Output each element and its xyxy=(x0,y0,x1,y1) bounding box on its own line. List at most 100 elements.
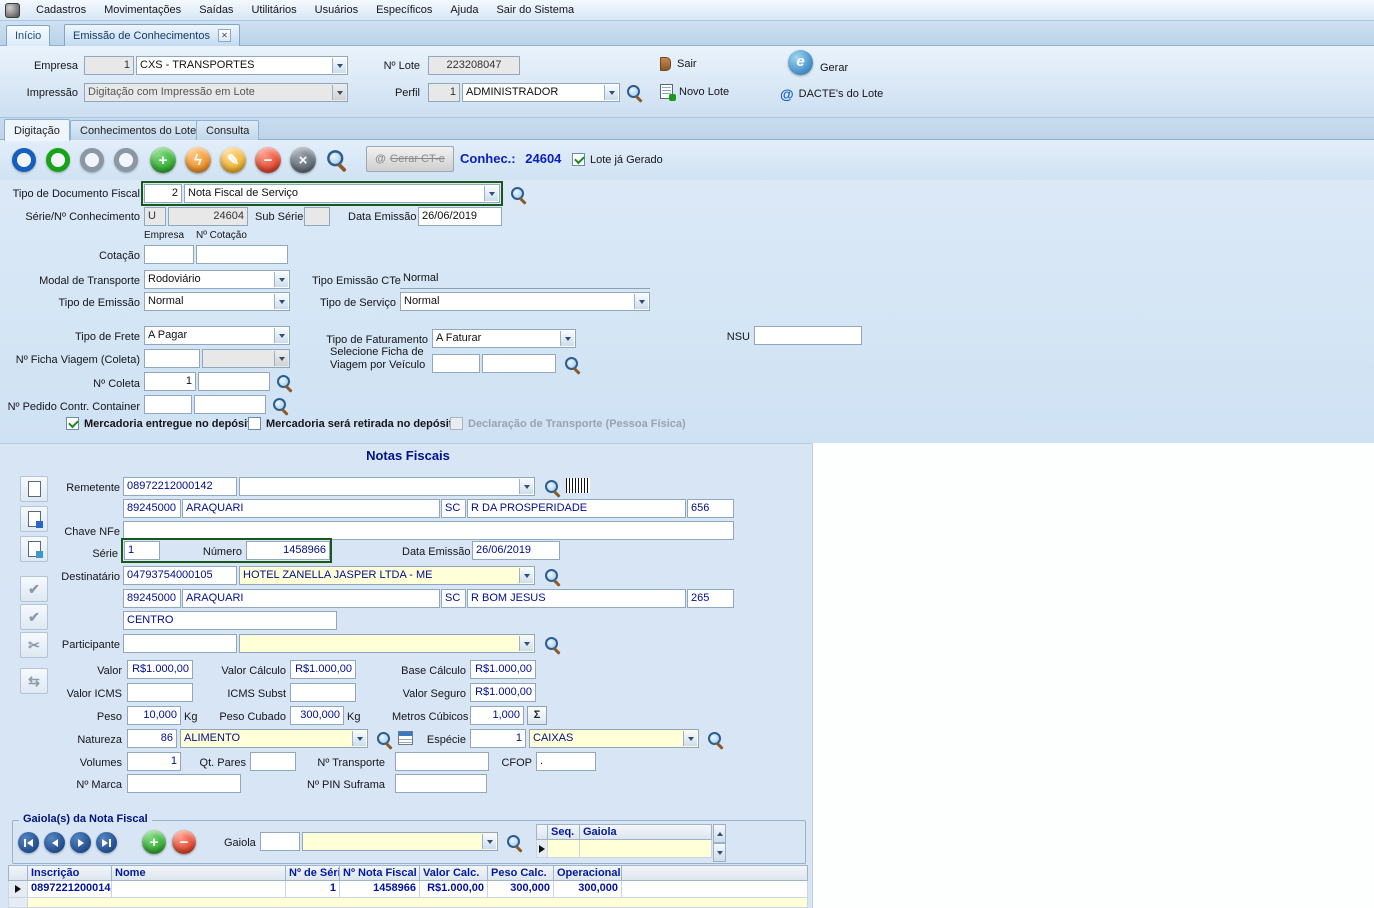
destinatario-logradouro-field[interactable]: R BOM JESUS xyxy=(467,589,686,608)
pedido-field[interactable] xyxy=(194,395,266,414)
tipo-doc-combo[interactable]: Nota Fiscal de Serviço xyxy=(184,184,500,203)
col-n-serie[interactable]: Nº de Série xyxy=(286,865,340,881)
add-record-button[interactable]: + xyxy=(150,147,176,173)
new-row-placeholder[interactable] xyxy=(28,898,808,908)
delete-record-button[interactable]: − xyxy=(255,147,281,173)
search-icon[interactable] xyxy=(276,374,293,391)
scroll-up-icon[interactable] xyxy=(713,824,726,843)
lightning-button[interactable]: ϟ xyxy=(185,147,211,173)
remetente-numero-field[interactable]: 656 xyxy=(687,499,734,518)
sair-button[interactable]: Sair xyxy=(660,57,697,71)
impressao-combo[interactable]: Digitação com Impressão em Lote xyxy=(84,83,348,102)
col-inscricao[interactable]: Inscrição xyxy=(28,865,112,881)
menu-saidas[interactable]: Saídas xyxy=(190,1,242,19)
tipo-servico-combo[interactable]: Normal xyxy=(400,292,650,311)
empresa-combo[interactable]: CXS - TRANSPORTES xyxy=(136,56,348,75)
nav-circle-3-icon[interactable] xyxy=(80,148,104,172)
cell-peso-calc[interactable]: 300,000 xyxy=(488,881,554,898)
nf-confirm-all-button[interactable]: ✔ xyxy=(20,604,48,630)
tipo-emissao-combo[interactable]: Normal xyxy=(144,292,290,311)
sub-serie-field[interactable] xyxy=(304,207,330,226)
menu-especificos[interactable]: Específicos xyxy=(367,1,441,19)
remetente-doc-field[interactable]: 08972212000142 xyxy=(123,477,237,496)
gerar-cte-button[interactable]: @ Gerar CT-e xyxy=(366,146,454,172)
base-calculo-field[interactable]: R$1.000,00 xyxy=(470,660,536,679)
data-emissao-nf-field[interactable]: 26/06/2019 xyxy=(472,541,560,560)
peso-field[interactable]: 10,000 xyxy=(127,706,181,725)
tipo-doc-code-field[interactable]: 2 xyxy=(144,184,182,203)
perfil-combo[interactable]: ADMINISTRADOR xyxy=(462,83,620,102)
lote-field[interactable]: 223208047 xyxy=(428,56,520,75)
destinatario-cidade-field[interactable]: ARAQUARI xyxy=(182,589,440,608)
cotacao-empresa-field[interactable] xyxy=(144,245,194,264)
sum-button[interactable]: Σ xyxy=(527,706,547,725)
participante-doc-field[interactable] xyxy=(123,634,237,653)
col-valor-calc[interactable]: Valor Calc. xyxy=(420,865,488,881)
n-marca-field[interactable] xyxy=(127,774,241,793)
tipo-faturamento-combo[interactable]: A Faturar xyxy=(432,329,576,348)
data-emissao-field[interactable]: 26/06/2019 xyxy=(418,207,502,226)
cotacao-numero-field[interactable] xyxy=(196,245,288,264)
edit-record-button[interactable]: ✎ xyxy=(220,147,246,173)
numero-nf-field[interactable]: 1458966 xyxy=(246,541,330,560)
gaiolas-col-gaiola[interactable]: Gaiola xyxy=(580,824,712,840)
dropdown-arrow-icon[interactable] xyxy=(332,85,346,100)
remetente-combo[interactable] xyxy=(239,477,535,496)
ficha-viagem-combo[interactable] xyxy=(202,349,290,368)
especie-code-field[interactable]: 1 xyxy=(470,729,526,748)
search-icon[interactable] xyxy=(544,568,561,585)
menu-usuarios[interactable]: Usuários xyxy=(306,1,367,19)
col-operacional[interactable]: Operacional xyxy=(554,865,622,881)
dropdown-arrow-icon[interactable] xyxy=(274,328,288,343)
ficha-veiculo-field[interactable] xyxy=(482,354,556,373)
serie-nf-field[interactable]: 1 xyxy=(124,541,160,560)
novo-lote-button[interactable]: Novo Lote xyxy=(660,84,729,99)
dropdown-arrow-icon[interactable] xyxy=(332,58,346,73)
nf-transfer-button[interactable]: ⇆ xyxy=(20,668,48,694)
dropdown-arrow-icon[interactable] xyxy=(560,331,574,346)
cfop-field[interactable]: . xyxy=(536,752,596,771)
dropdown-arrow-icon[interactable] xyxy=(519,479,533,494)
destinatario-combo[interactable]: HOTEL ZANELLA JASPER LTDA - ME xyxy=(239,566,535,585)
pin-suframa-field[interactable] xyxy=(395,774,487,793)
dropdown-arrow-icon[interactable] xyxy=(352,731,366,746)
dacte-button[interactable]: @ DACTE's do Lote xyxy=(780,86,883,102)
gaiola-add-button[interactable]: + xyxy=(142,830,166,854)
lote-gerado-label[interactable]: Lote já Gerado xyxy=(590,151,663,170)
gaiola-remove-button[interactable]: − xyxy=(172,830,196,854)
destinatario-numero-field[interactable]: 265 xyxy=(687,589,734,608)
cell-n-nota-fiscal[interactable]: 1458966 xyxy=(340,881,420,898)
gaiolas-grid-row[interactable] xyxy=(536,840,712,858)
search-icon[interactable] xyxy=(506,834,523,851)
destinatario-doc-field[interactable]: 04793754000105 xyxy=(123,566,237,585)
especie-combo[interactable]: CAIXAS xyxy=(529,729,699,748)
qt-pares-field[interactable] xyxy=(250,752,296,771)
metros-cubicos-field[interactable]: 1,000 xyxy=(470,706,524,725)
cell-nome[interactable] xyxy=(112,881,286,898)
menu-movimentacoes[interactable]: Movimentações xyxy=(95,1,190,19)
remetente-cep-field[interactable]: 89245000 xyxy=(123,499,181,518)
table-lookup-icon[interactable] xyxy=(398,731,413,745)
cell-n-serie[interactable]: 1 xyxy=(286,881,340,898)
natureza-code-field[interactable]: 86 xyxy=(127,729,177,748)
cell-operacional[interactable]: 300,000 xyxy=(554,881,622,898)
cell-inscricao[interactable]: 08972212000142 xyxy=(28,881,112,898)
numero-conhecimento-field[interactable]: 24604 xyxy=(168,207,248,226)
search-icon[interactable] xyxy=(544,636,561,653)
gaiola-next-button[interactable] xyxy=(70,832,91,853)
valor-field[interactable]: R$1.000,00 xyxy=(127,660,193,679)
tab-close-icon[interactable]: ✕ xyxy=(218,29,231,42)
col-nome[interactable]: Nome xyxy=(112,865,286,881)
destinatario-bairro-field[interactable]: CENTRO xyxy=(123,611,337,630)
perfil-code-field[interactable]: 1 xyxy=(428,83,460,102)
cell-valor-calc[interactable]: R$1.000,00 xyxy=(420,881,488,898)
search-icon[interactable] xyxy=(707,731,724,748)
menu-ajuda[interactable]: Ajuda xyxy=(441,1,487,19)
search-icon[interactable] xyxy=(626,84,643,101)
dropdown-arrow-icon[interactable] xyxy=(274,272,288,287)
dropdown-arrow-icon[interactable] xyxy=(482,834,496,849)
tipo-emissao-cte-field[interactable]: Normal xyxy=(400,270,650,289)
gaiola-last-button[interactable] xyxy=(96,832,117,853)
icms-subst-field[interactable] xyxy=(290,683,356,702)
gaiola-first-button[interactable] xyxy=(18,832,39,853)
